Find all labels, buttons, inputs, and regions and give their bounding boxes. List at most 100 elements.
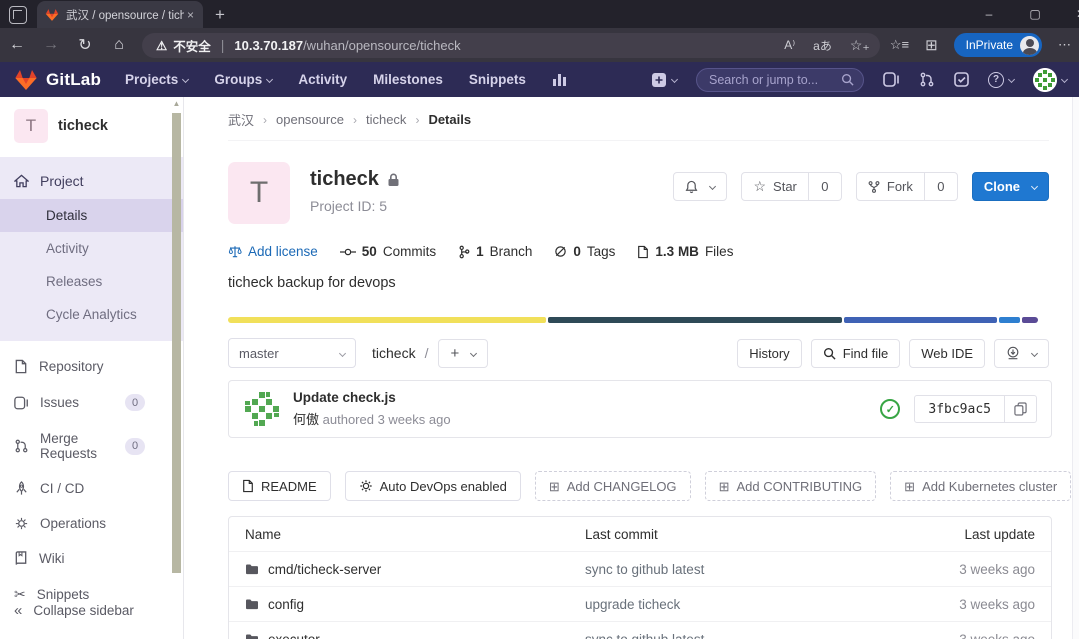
browser-menu-icon[interactable]: ⋯ xyxy=(1058,37,1071,53)
commit-message-link[interactable]: sync to github latest xyxy=(585,632,915,639)
add-favorite-icon[interactable]: ☆₊ xyxy=(850,37,870,54)
forward-icon[interactable]: → xyxy=(34,36,68,54)
page-scrollbar[interactable] xyxy=(1072,97,1079,639)
window-maximize-button[interactable]: ▢ xyxy=(1025,7,1045,21)
sidebar-item-activity[interactable]: Activity xyxy=(0,232,183,265)
copy-sha-button[interactable] xyxy=(1005,395,1037,423)
nav-projects[interactable]: Projects xyxy=(125,72,188,87)
sidebar-item-operations[interactable]: Operations xyxy=(0,506,183,541)
collections-icon[interactable]: ⊞ xyxy=(925,36,938,54)
files-link[interactable]: 1.3 MBFiles xyxy=(637,244,733,259)
merge-requests-icon[interactable] xyxy=(919,72,935,87)
commit-message-link[interactable]: sync to github latest xyxy=(585,562,915,577)
download-button[interactable] xyxy=(994,339,1049,368)
window-minimize-button[interactable]: – xyxy=(979,7,999,21)
user-menu[interactable] xyxy=(1033,68,1067,92)
nav-groups[interactable]: Groups xyxy=(214,72,272,87)
address-bar[interactable]: ⚠ 不安全 | 10.3.70.187/wuhan/opensource/tic… xyxy=(142,33,880,58)
back-icon[interactable]: ← xyxy=(0,36,34,54)
sidebar: T ticheck Project Details Activity Relea… xyxy=(0,97,184,639)
sidebar-item-cycle-analytics[interactable]: Cycle Analytics xyxy=(0,298,183,331)
pipeline-status-icon[interactable]: ✓ xyxy=(880,399,900,419)
add-kubernetes-button[interactable]: ⊞ Add Kubernetes cluster xyxy=(890,471,1071,501)
sidebar-item-ci-cd[interactable]: CI / CD xyxy=(0,471,183,506)
navbar-search[interactable] xyxy=(696,68,864,92)
breadcrumb-group[interactable]: 武汉 xyxy=(228,110,254,129)
repo-root-link[interactable]: ticheck xyxy=(372,345,416,361)
tab-actions-icon[interactable] xyxy=(9,6,27,24)
browser-toolbar: ← → ↻ ⌂ ⚠ 不安全 | 10.3.70.187/wuhan/openso… xyxy=(0,28,1079,62)
todos-icon[interactable] xyxy=(954,72,969,87)
nav-milestones[interactable]: Milestones xyxy=(373,72,443,87)
book-icon xyxy=(14,551,28,566)
commit-message-link[interactable]: upgrade ticheck xyxy=(585,597,915,612)
commit-icon xyxy=(340,247,356,257)
security-label[interactable]: 不安全 xyxy=(173,36,211,55)
history-button[interactable]: History xyxy=(737,339,801,368)
translate-icon[interactable]: aあ xyxy=(813,37,832,54)
tags-link[interactable]: 0Tags xyxy=(554,244,615,259)
fork-button[interactable]: Fork xyxy=(856,172,925,201)
table-header-row: Name Last commit Last update xyxy=(229,517,1051,551)
branch-selector[interactable]: master xyxy=(228,338,356,368)
nav-snippets[interactable]: Snippets xyxy=(469,72,526,87)
gitlab-logo[interactable]: GitLab xyxy=(14,68,101,92)
folder-link[interactable]: executor xyxy=(268,632,320,639)
repo-language-bar[interactable] xyxy=(228,317,1038,323)
commits-link[interactable]: 50Commits xyxy=(340,244,436,259)
sidebar-item-merge-requests[interactable]: Merge Requests 0 xyxy=(0,421,183,471)
clone-button[interactable]: Clone xyxy=(972,172,1049,201)
last-update: 3 weeks ago xyxy=(915,597,1035,612)
nav-activity[interactable]: Activity xyxy=(298,72,347,87)
refresh-icon[interactable]: ↻ xyxy=(68,35,102,55)
notifications-button[interactable] xyxy=(673,172,727,201)
breadcrumb-project[interactable]: ticheck xyxy=(366,112,406,127)
commit-author-avatar[interactable] xyxy=(243,390,281,428)
sidebar-item-wiki[interactable]: Wiki xyxy=(0,541,183,576)
inprivate-badge[interactable]: InPrivate xyxy=(954,33,1042,57)
sidebar-item-project[interactable]: Project xyxy=(0,163,183,199)
sidebar-item-repository[interactable]: Repository xyxy=(0,349,183,384)
new-tab-button[interactable]: + xyxy=(215,5,225,25)
sidebar-item-details[interactable]: Details xyxy=(0,199,183,232)
home-icon[interactable]: ⌂ xyxy=(102,36,136,54)
sidebar-item-releases[interactable]: Releases xyxy=(0,265,183,298)
add-contributing-button[interactable]: ⊞ Add CONTRIBUTING xyxy=(705,471,877,501)
breadcrumb-subgroup[interactable]: opensource xyxy=(276,112,344,127)
commit-sha[interactable]: 3fbc9ac5 xyxy=(914,395,1005,423)
window-close-button[interactable]: ✕ xyxy=(1071,7,1079,21)
favorites-bar-icon[interactable]: ☆≡ xyxy=(890,37,909,53)
tab-close-icon[interactable]: × xyxy=(184,8,197,22)
collapse-sidebar-button[interactable]: « Collapse sidebar xyxy=(0,592,171,629)
sidebar-scrollbar[interactable]: ▲ xyxy=(171,99,182,639)
merge-requests-icon xyxy=(14,439,29,453)
readme-button[interactable]: README xyxy=(228,471,331,501)
add-changelog-button[interactable]: ⊞ Add CHANGELOG xyxy=(535,471,691,501)
folder-link[interactable]: config xyxy=(268,597,304,612)
scroll-up-icon[interactable]: ▲ xyxy=(171,99,182,108)
folder-icon xyxy=(245,598,259,610)
help-icon: ? xyxy=(988,72,1004,88)
auto-devops-button[interactable]: Auto DevOps enabled xyxy=(345,471,521,501)
branches-link[interactable]: 1Branch xyxy=(458,244,532,259)
sidebar-scrollbar-thumb[interactable] xyxy=(172,113,181,573)
sidebar-project-header[interactable]: T ticheck xyxy=(0,97,183,157)
browser-tab[interactable]: 武汉 / opensource / ticheck · Gi × xyxy=(37,1,203,28)
commit-title-link[interactable]: Update check.js xyxy=(293,390,451,405)
add-file-button[interactable]: + xyxy=(438,339,488,368)
help-menu[interactable]: ? xyxy=(988,72,1014,88)
star-count[interactable]: 0 xyxy=(809,172,842,201)
folder-link[interactable]: cmd/ticheck-server xyxy=(268,562,381,577)
commit-author[interactable]: 何傲 xyxy=(293,412,319,427)
read-aloud-icon[interactable]: A⁾ xyxy=(784,38,795,52)
star-button[interactable]: ☆ Star xyxy=(741,172,808,201)
find-file-button[interactable]: Find file xyxy=(811,339,901,368)
new-menu-button[interactable] xyxy=(651,72,677,88)
charts-icon[interactable] xyxy=(552,73,567,86)
add-license-link[interactable]: Add license xyxy=(228,244,318,259)
sidebar-item-issues[interactable]: Issues 0 xyxy=(0,384,183,421)
fork-count[interactable]: 0 xyxy=(925,172,958,201)
web-ide-button[interactable]: Web IDE xyxy=(909,339,985,368)
issues-icon[interactable] xyxy=(883,72,900,87)
search-input[interactable] xyxy=(709,73,841,87)
